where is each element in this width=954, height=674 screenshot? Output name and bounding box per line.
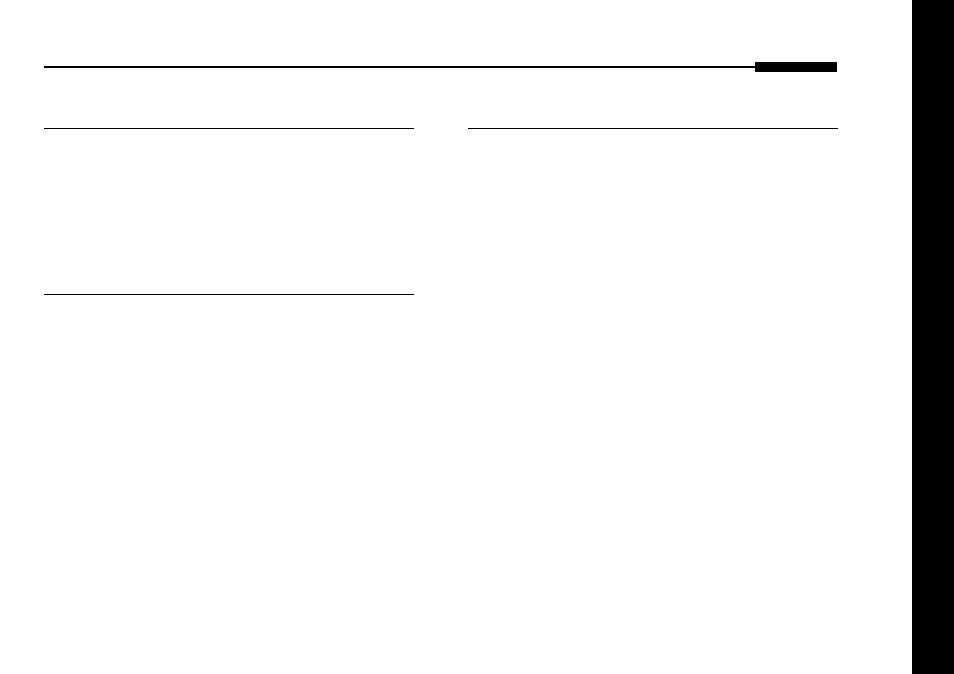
section-tab (755, 62, 837, 72)
left-column-rule-2 (44, 294, 414, 295)
right-margin-strip (912, 0, 954, 674)
document-page (0, 0, 954, 674)
left-column-rule-1 (44, 128, 414, 129)
top-horizontal-rule (44, 66, 837, 68)
right-column-rule-1 (468, 128, 838, 129)
